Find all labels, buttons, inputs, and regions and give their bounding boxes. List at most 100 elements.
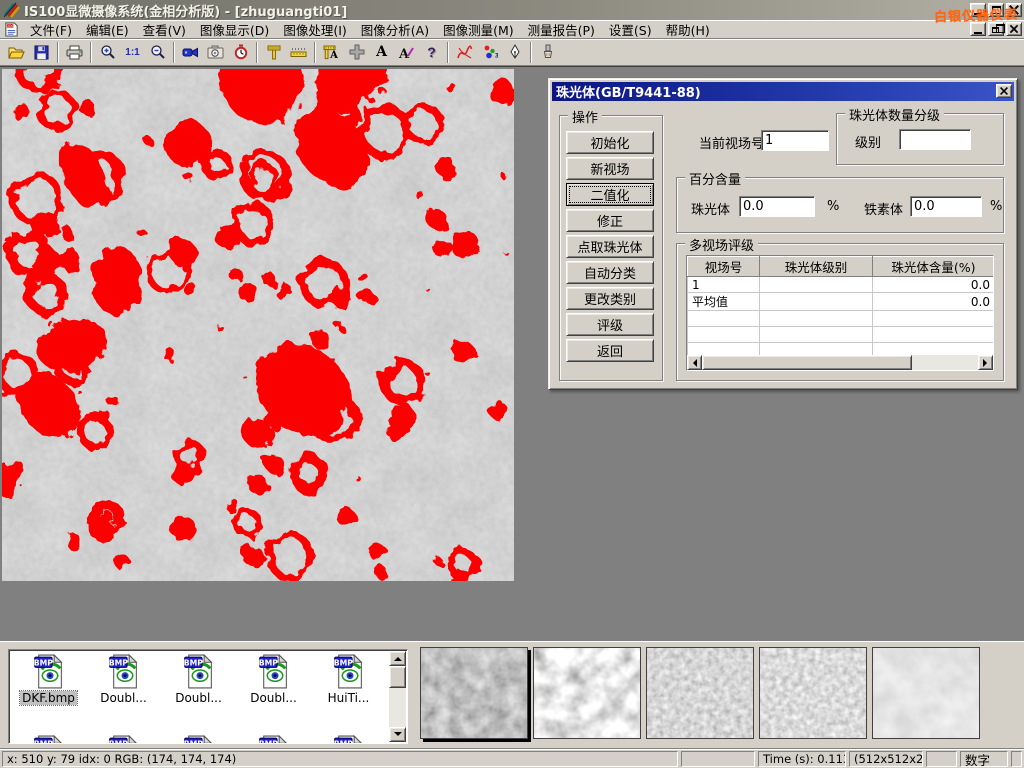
- status-time: Time (s): 0.113: [758, 751, 846, 767]
- file-item[interactable]: Doubl...: [236, 653, 311, 705]
- zoom-in-button[interactable]: [95, 41, 120, 64]
- bottom-panel: DKF.bmp Doubl... Doubl... Doubl... HuiTi…: [0, 641, 1024, 748]
- micrograph-image[interactable]: [2, 69, 514, 581]
- actual-size-button[interactable]: 1:1: [120, 41, 145, 64]
- col-pearlite-grade[interactable]: 珠光体级别: [760, 257, 873, 277]
- styled-text-icon: A: [398, 45, 415, 60]
- binarize-button[interactable]: 二值化: [566, 183, 654, 206]
- grade-button[interactable]: 评级: [566, 313, 654, 336]
- menu-view[interactable]: 查看(V): [136, 18, 193, 41]
- menu-file[interactable]: 文件(F): [23, 18, 79, 41]
- menu-edit[interactable]: 编辑(E): [79, 18, 136, 41]
- child-window-controls: [970, 22, 1022, 36]
- table-row[interactable]: 1 0.0: [688, 277, 995, 293]
- scrollbar-track[interactable]: [912, 355, 978, 370]
- file-item[interactable]: [161, 734, 236, 744]
- thumbnail-1[interactable]: [420, 647, 528, 739]
- initialize-button[interactable]: 初始化: [566, 131, 654, 154]
- menu-measure-report[interactable]: 测量报告(P): [521, 18, 602, 41]
- dialog-close-button[interactable]: [996, 84, 1012, 98]
- scrollbar-thumb[interactable]: [702, 355, 912, 370]
- svg-text:DOC: DOC: [6, 24, 14, 28]
- file-item[interactable]: [311, 734, 386, 744]
- scroll-right-button[interactable]: [978, 355, 993, 370]
- timer-button[interactable]: [228, 41, 253, 64]
- percent-group-label: 百分含量: [685, 169, 745, 188]
- svg-text:A: A: [398, 47, 410, 60]
- spline-tool-button[interactable]: [452, 41, 477, 64]
- line-measure-button[interactable]: [286, 41, 311, 64]
- zoom-out-button[interactable]: [145, 41, 170, 64]
- menu-image-processing[interactable]: 图像处理(I): [276, 18, 353, 41]
- dialog-title: 珠光体(GB/T9441-88): [556, 82, 701, 101]
- new-field-button[interactable]: 新视场: [566, 157, 654, 180]
- zoom-out-icon: [150, 44, 166, 60]
- camera-capture-button[interactable]: [203, 41, 228, 64]
- grading-table[interactable]: 视场号 珠光体级别 珠光体含量(%) 铁素体含量(%) 1 0.0 平均值 0.…: [686, 255, 994, 371]
- scroll-down-button[interactable]: [389, 727, 406, 742]
- scroll-up-button[interactable]: [389, 651, 406, 666]
- menu-image-display[interactable]: 图像显示(D): [193, 18, 276, 41]
- thumbnail-5[interactable]: [872, 647, 980, 739]
- count-points-button[interactable]: 3: [477, 41, 502, 64]
- styled-text-button[interactable]: A: [394, 41, 419, 64]
- current-field-input[interactable]: [761, 130, 829, 151]
- return-button[interactable]: 返回: [566, 339, 654, 362]
- video-capture-button[interactable]: [178, 41, 203, 64]
- file-list-scrollbar[interactable]: [389, 651, 406, 742]
- toolbar: 1:1 A A A ? 3: [0, 39, 1024, 66]
- annotate-measure-button[interactable]: A: [319, 41, 344, 64]
- document-icon[interactable]: DOC: [4, 22, 19, 37]
- file-name: DKF.bmp: [20, 691, 77, 705]
- table-row[interactable]: 平均值 0.0: [688, 293, 995, 311]
- print-button[interactable]: [62, 41, 87, 64]
- pearlite-dialog: 珠光体(GB/T9441-88) 操作 初始化 新视场 二值化 修正 点取珠光体…: [548, 78, 1018, 390]
- caliper-measure-button[interactable]: [261, 41, 286, 64]
- file-item[interactable]: Doubl...: [86, 653, 161, 705]
- table-horizontal-scrollbar[interactable]: [687, 355, 993, 370]
- menu-settings[interactable]: 设置(S): [602, 18, 659, 41]
- menu-image-measure[interactable]: 图像测量(M): [436, 18, 521, 41]
- move-cross-icon: [349, 44, 365, 60]
- file-item[interactable]: [86, 734, 161, 744]
- one-to-one-label: 1:1: [125, 47, 139, 58]
- dialog-title-bar[interactable]: 珠光体(GB/T9441-88): [552, 82, 1014, 101]
- scrollbar-thumb[interactable]: [389, 666, 406, 688]
- svg-text:A: A: [329, 50, 338, 60]
- ferrite-percent-input[interactable]: [910, 196, 982, 217]
- file-item[interactable]: Doubl...: [161, 653, 236, 705]
- file-item[interactable]: DKF.bmp: [11, 653, 86, 705]
- thumbnail-3[interactable]: [646, 647, 754, 739]
- operation-group-label: 操作: [568, 107, 602, 126]
- change-class-button[interactable]: 更改类别: [566, 287, 654, 310]
- open-button[interactable]: [4, 41, 29, 64]
- col-field-no[interactable]: 视场号: [688, 257, 760, 277]
- move-button[interactable]: [344, 41, 369, 64]
- file-item[interactable]: HuiTi...: [311, 653, 386, 705]
- pearlite-percent-input[interactable]: [739, 196, 815, 217]
- menu-help[interactable]: 帮助(H): [659, 18, 717, 41]
- help-button[interactable]: ?: [419, 41, 444, 64]
- correct-button[interactable]: 修正: [566, 209, 654, 232]
- grade-input[interactable]: [899, 129, 971, 150]
- grade-label: 级别: [855, 132, 881, 151]
- child-restore-button[interactable]: [988, 22, 1004, 36]
- file-list[interactable]: DKF.bmp Doubl... Doubl... Doubl... HuiTi…: [8, 649, 408, 744]
- scroll-left-button[interactable]: [687, 355, 702, 370]
- thumbnail-strip: [420, 647, 980, 739]
- col-pearlite-content[interactable]: 珠光体含量(%): [873, 257, 995, 277]
- pen-tool-button[interactable]: [502, 41, 527, 64]
- file-item[interactable]: [11, 734, 86, 744]
- thumbnail-4[interactable]: [759, 647, 867, 739]
- text-button[interactable]: A: [369, 41, 394, 64]
- right-arrow-icon: [983, 359, 991, 367]
- save-button[interactable]: [29, 41, 54, 64]
- auto-classify-button[interactable]: 自动分类: [566, 261, 654, 284]
- brush-tool-button[interactable]: [535, 41, 560, 64]
- pick-pearlite-button[interactable]: 点取珠光体: [566, 235, 654, 258]
- child-close-button[interactable]: [1006, 22, 1022, 36]
- file-item[interactable]: [236, 734, 311, 744]
- cell: [760, 277, 873, 293]
- thumbnail-2[interactable]: [533, 647, 641, 739]
- menu-image-analysis[interactable]: 图像分析(A): [354, 18, 436, 41]
